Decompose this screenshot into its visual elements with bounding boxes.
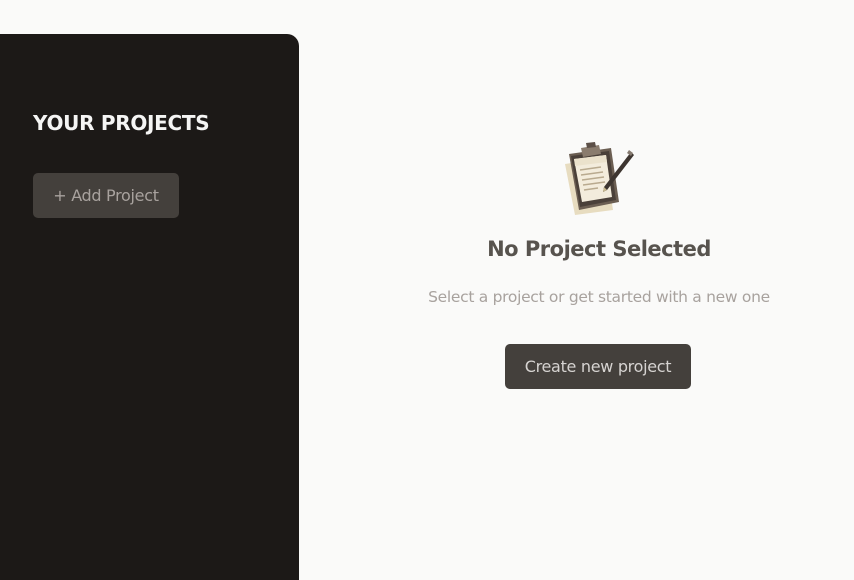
create-project-button[interactable]: Create new project <box>505 344 691 389</box>
add-project-button[interactable]: + Add Project <box>33 173 179 218</box>
clipboard-icon <box>565 142 634 215</box>
empty-state-title: No Project Selected <box>487 237 711 261</box>
sidebar-title: YOUR PROJECTS <box>33 111 210 135</box>
app-page: YOUR PROJECTS + Add Project No Project S… <box>0 0 854 580</box>
empty-state-subtitle: Select a project or get started with a n… <box>428 288 770 306</box>
projects-sidebar: YOUR PROJECTS + Add Project <box>0 34 299 580</box>
main-content: No Project Selected Select a project or … <box>299 0 854 580</box>
